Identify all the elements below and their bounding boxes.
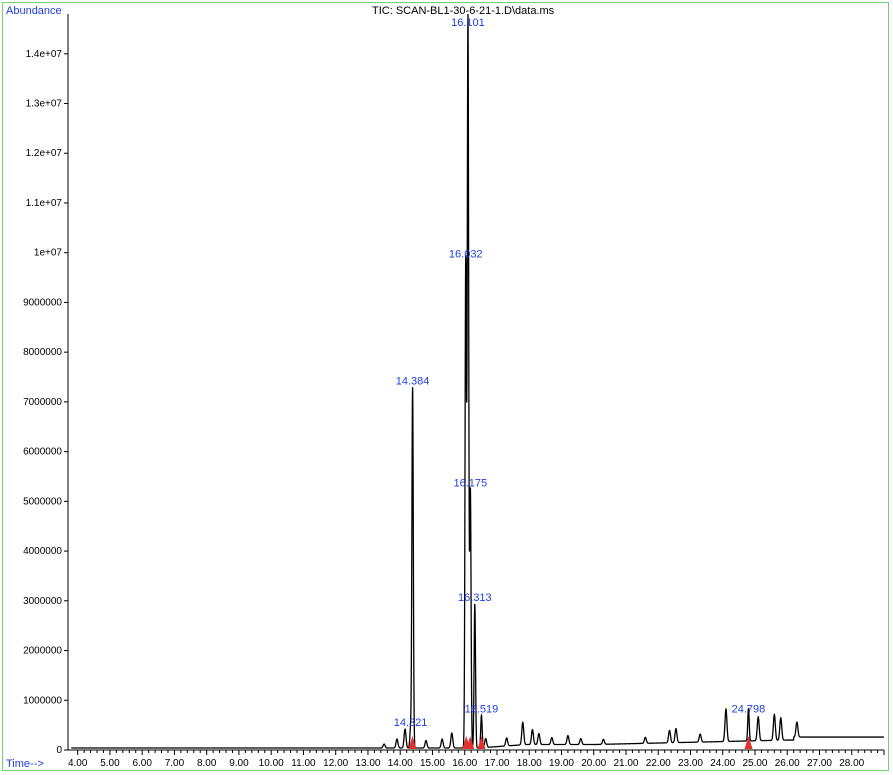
x-tick-label: 10.00 xyxy=(259,758,284,769)
y-tick-label: 5000000 xyxy=(23,496,62,507)
y-tick-label: 6000000 xyxy=(23,447,62,458)
peak-label: 16.519 xyxy=(465,704,499,716)
peak-label: 14.321 xyxy=(394,717,428,729)
x-tick-label: 18.00 xyxy=(517,758,542,769)
y-tick-label: 0 xyxy=(56,745,62,756)
peak-label: 16.175 xyxy=(454,477,488,489)
y-tick-label: 7000000 xyxy=(23,397,62,408)
x-tick-label: 23.00 xyxy=(678,758,703,769)
x-tick-label: 9.00 xyxy=(229,758,249,769)
y-tick-label: 8000000 xyxy=(23,347,62,358)
x-tick-label: 24.00 xyxy=(710,758,735,769)
x-tick-label: 20.00 xyxy=(581,758,606,769)
x-tick-label: 16.00 xyxy=(452,758,477,769)
integration-mark xyxy=(744,736,753,749)
y-tick-label: 1.4e+07 xyxy=(26,49,63,60)
x-tick-label: 22.00 xyxy=(646,758,671,769)
x-tick-label: 26.00 xyxy=(775,758,800,769)
y-tick-label: 2000000 xyxy=(23,646,62,657)
x-tick-label: 8.00 xyxy=(197,758,217,769)
x-tick-label: 17.00 xyxy=(484,758,509,769)
y-tick-label: 3000000 xyxy=(23,596,62,607)
peak-label: 16.313 xyxy=(458,592,492,604)
peak-label: 16.101 xyxy=(451,17,485,29)
x-tick-label: 19.00 xyxy=(549,758,574,769)
y-tick-label: 4000000 xyxy=(23,546,62,557)
y-tick-label: 1.2e+07 xyxy=(26,148,63,159)
x-tick-label: 13.00 xyxy=(355,758,380,769)
peak-label: 16.032 xyxy=(449,249,483,261)
x-tick-label: 6.00 xyxy=(132,758,152,769)
peak-label: 24.798 xyxy=(732,704,766,716)
x-tick-label: 7.00 xyxy=(165,758,185,769)
y-tick-label: 9000000 xyxy=(23,297,62,308)
y-tick-label: 1e+07 xyxy=(34,248,63,259)
x-tick-label: 27.00 xyxy=(807,758,832,769)
x-tick-label: 12.00 xyxy=(323,758,348,769)
x-tick-label: 25.00 xyxy=(742,758,767,769)
tic-trace xyxy=(71,13,884,749)
x-tick-label: 28.00 xyxy=(839,758,864,769)
x-tick-label: 21.00 xyxy=(613,758,638,769)
x-tick-label: 11.00 xyxy=(291,758,316,769)
x-tick-label: 4.00 xyxy=(68,758,88,769)
x-tick-label: 15.00 xyxy=(420,758,445,769)
y-tick-label: 1000000 xyxy=(23,695,62,706)
x-tick-label: 14.00 xyxy=(388,758,413,769)
y-tick-label: 1.1e+07 xyxy=(26,198,63,209)
x-tick-label: 5.00 xyxy=(100,758,120,769)
chromatogram-plot: 0 1000000 2000000 3000000 4000000 5000000 6000… xyxy=(23,13,885,769)
y-tick-label: 1.3e+07 xyxy=(26,99,63,110)
peak-label: 14.384 xyxy=(396,375,430,387)
